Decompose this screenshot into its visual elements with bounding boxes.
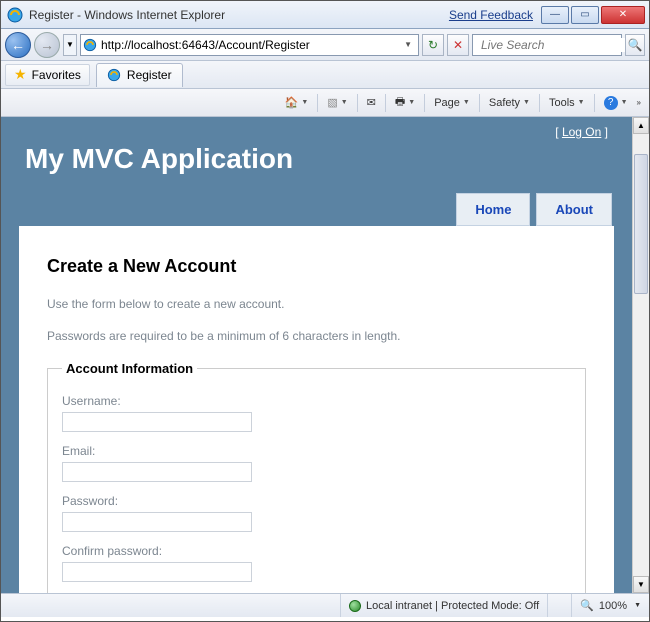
- page-menu[interactable]: Page▼: [429, 92, 475, 114]
- scroll-thumb[interactable]: [634, 154, 648, 294]
- chevron-down-icon: ▼: [463, 99, 470, 106]
- account-fieldset: Account Information Username: Email: Pas…: [47, 361, 586, 593]
- print-button[interactable]: 🖶▼: [390, 92, 420, 114]
- chevron-down-icon: ▼: [341, 99, 348, 106]
- search-box[interactable]: [472, 34, 622, 56]
- vertical-scrollbar[interactable]: ▲ ▼: [632, 117, 649, 593]
- read-mail-button[interactable]: ✉: [362, 92, 381, 114]
- feeds-button[interactable]: ▧▼: [322, 92, 352, 114]
- status-bar: Local intranet | Protected Mode: Off 🔍 1…: [1, 593, 649, 617]
- log-on-link[interactable]: Log On: [562, 125, 601, 139]
- page-heading: Create a New Account: [47, 256, 586, 277]
- main-panel: Create a New Account Use the form below …: [19, 226, 614, 593]
- nav-about[interactable]: About: [536, 193, 612, 226]
- status-misc[interactable]: [547, 594, 571, 617]
- nav-home[interactable]: Home: [456, 193, 530, 226]
- title-bar: Register - Windows Internet Explorer Sen…: [1, 1, 649, 29]
- email-input[interactable]: [62, 462, 252, 482]
- send-feedback-link[interactable]: Send Feedback: [449, 8, 533, 22]
- nav-tabs: Home About: [19, 193, 614, 226]
- username-label: Username:: [62, 394, 571, 408]
- tools-menu[interactable]: Tools▼: [544, 92, 590, 114]
- chevron-down-icon: ▼: [523, 99, 530, 106]
- ie-tab-icon: [107, 68, 121, 82]
- confirm-password-label: Confirm password:: [62, 544, 571, 558]
- ie-icon: [7, 7, 23, 23]
- home-icon: 🏠: [285, 96, 299, 109]
- window-title: Register - Windows Internet Explorer: [29, 8, 225, 22]
- address-bar[interactable]: ▼: [80, 34, 419, 56]
- tab-label: Register: [127, 68, 172, 82]
- scroll-track[interactable]: [633, 134, 649, 576]
- close-button[interactable]: ✕: [601, 6, 645, 24]
- app-title: My MVC Application: [19, 139, 614, 193]
- password-note: Passwords are required to be a minimum o…: [47, 329, 586, 343]
- page-content: [ Log On ] My MVC Application Home About…: [1, 117, 632, 593]
- search-input[interactable]: [481, 38, 638, 52]
- chevron-down-icon: ▼: [578, 99, 585, 106]
- minimize-button[interactable]: —: [541, 6, 569, 24]
- favorites-button[interactable]: ★ Favorites: [5, 64, 90, 86]
- chevron-down-icon: ▼: [408, 99, 415, 106]
- help-button[interactable]: ?▼: [599, 92, 633, 114]
- scroll-down-button[interactable]: ▼: [633, 576, 649, 593]
- navigation-bar: ← → ▼ ▼ ↻ ✕ 🔍: [1, 29, 649, 61]
- url-input[interactable]: [101, 36, 400, 54]
- username-input[interactable]: [62, 412, 252, 432]
- favorites-bar: ★ Favorites Register: [1, 61, 649, 89]
- zone-text: Local intranet | Protected Mode: Off: [366, 600, 539, 612]
- favorites-label: Favorites: [32, 68, 81, 82]
- zoom-icon: 🔍: [580, 599, 594, 612]
- security-zone[interactable]: Local intranet | Protected Mode: Off: [340, 594, 547, 617]
- email-label: Email:: [62, 444, 571, 458]
- confirm-password-input[interactable]: [62, 562, 252, 582]
- safety-menu[interactable]: Safety▼: [484, 92, 535, 114]
- search-button[interactable]: 🔍: [625, 34, 645, 56]
- fieldset-legend: Account Information: [62, 361, 197, 376]
- password-input[interactable]: [62, 512, 252, 532]
- stop-button[interactable]: ✕: [447, 34, 469, 56]
- login-row: [ Log On ]: [19, 117, 614, 139]
- viewport: [ Log On ] My MVC Application Home About…: [1, 117, 649, 593]
- chevron-down-icon: ▼: [621, 99, 628, 106]
- zone-icon: [349, 600, 361, 612]
- zoom-value: 100%: [599, 600, 627, 612]
- rss-icon: ▧: [327, 96, 337, 109]
- nav-history-dropdown[interactable]: ▼: [63, 34, 77, 56]
- ie-page-icon: [83, 38, 97, 52]
- zoom-control[interactable]: 🔍 100% ▼: [571, 594, 649, 617]
- toolbar-overflow[interactable]: »: [635, 92, 643, 114]
- help-icon: ?: [604, 96, 618, 110]
- intro-text: Use the form below to create a new accou…: [47, 297, 586, 311]
- mail-icon: ✉: [367, 96, 376, 109]
- forward-button[interactable]: →: [34, 32, 60, 58]
- chevron-down-icon: ▼: [301, 99, 308, 106]
- maximize-button[interactable]: ▭: [571, 6, 599, 24]
- address-dropdown[interactable]: ▼: [400, 40, 416, 49]
- star-icon: ★: [14, 66, 27, 83]
- command-bar: 🏠▼ ▧▼ ✉ 🖶▼ Page▼ Safety▼ Tools▼ ?▼ »: [1, 89, 649, 117]
- back-button[interactable]: ←: [5, 32, 31, 58]
- refresh-button[interactable]: ↻: [422, 34, 444, 56]
- password-label: Password:: [62, 494, 571, 508]
- browser-tab[interactable]: Register: [96, 63, 183, 87]
- home-button[interactable]: 🏠▼: [280, 92, 314, 114]
- scroll-up-button[interactable]: ▲: [633, 117, 649, 134]
- chevron-down-icon: ▼: [634, 602, 641, 609]
- print-icon: 🖶: [395, 93, 405, 112]
